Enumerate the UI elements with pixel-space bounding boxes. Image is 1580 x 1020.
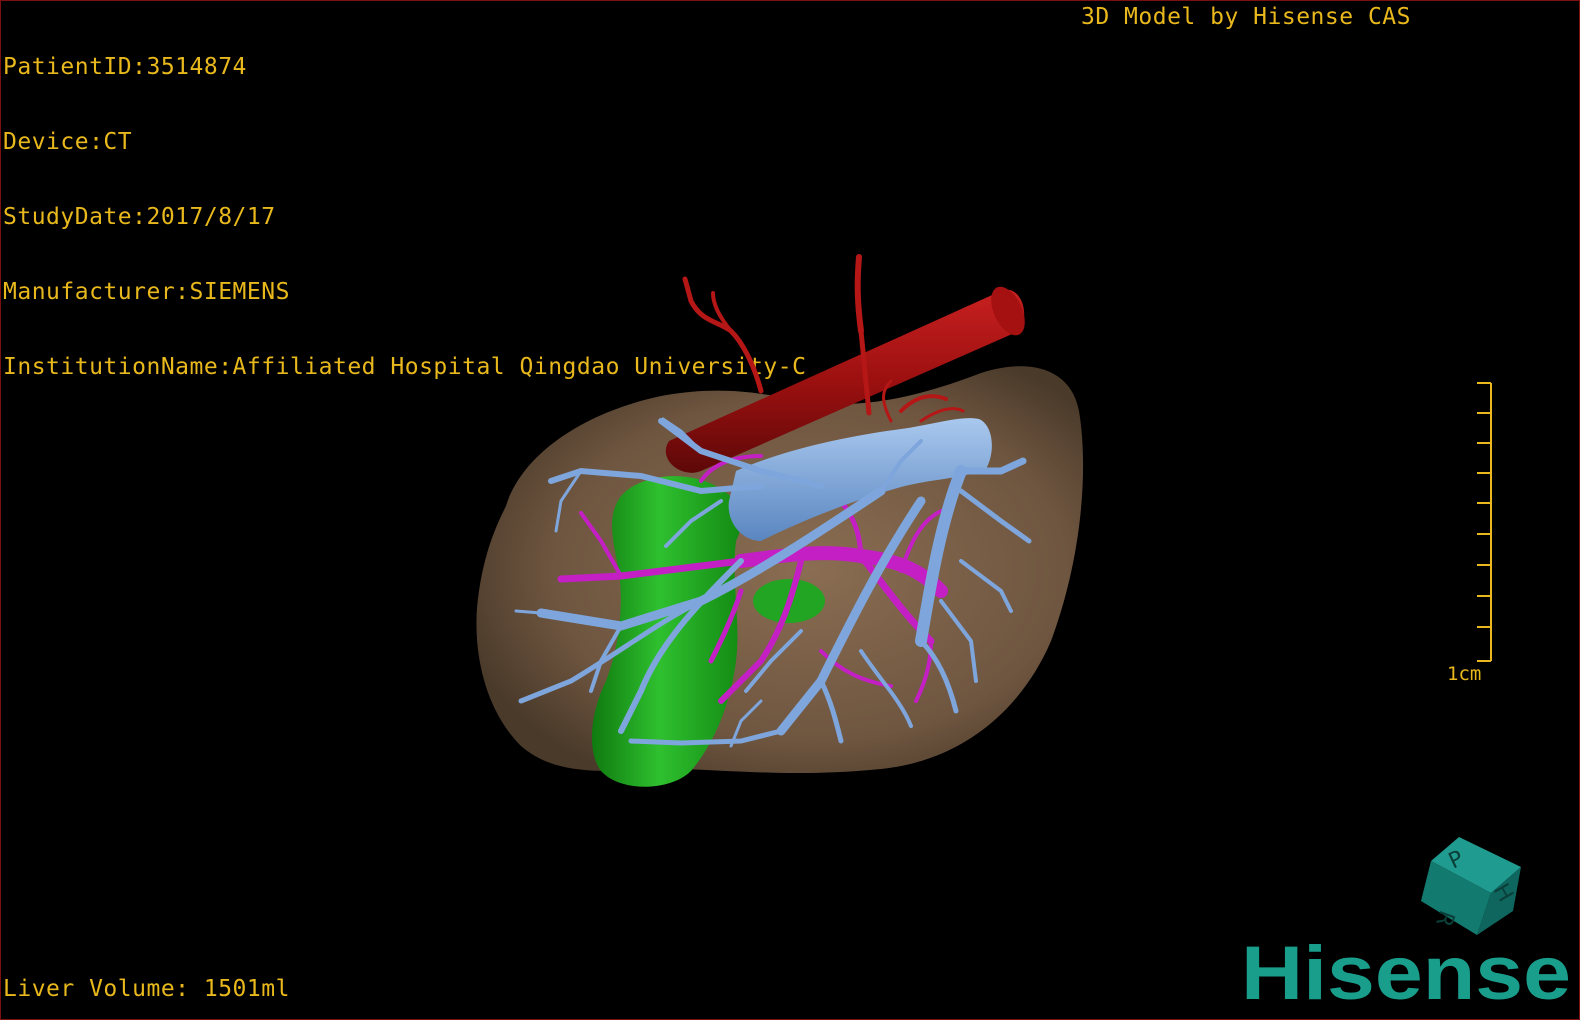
3d-liver-model[interactable] — [1, 1, 1580, 1020]
scale-bar-label: 1cm — [1447, 663, 1482, 685]
orientation-cube-icon[interactable]: P H R — [1413, 831, 1533, 943]
3d-viewport[interactable]: PatientID:3514874 Device:CT StudyDate:20… — [0, 0, 1580, 1020]
logo-text: Hisense — [1241, 935, 1571, 1009]
hisense-logo: Hisense — [1241, 935, 1571, 1009]
liver-volume-label: Liver Volume: 1501ml — [3, 976, 290, 1002]
scale-bar — [1477, 382, 1492, 662]
